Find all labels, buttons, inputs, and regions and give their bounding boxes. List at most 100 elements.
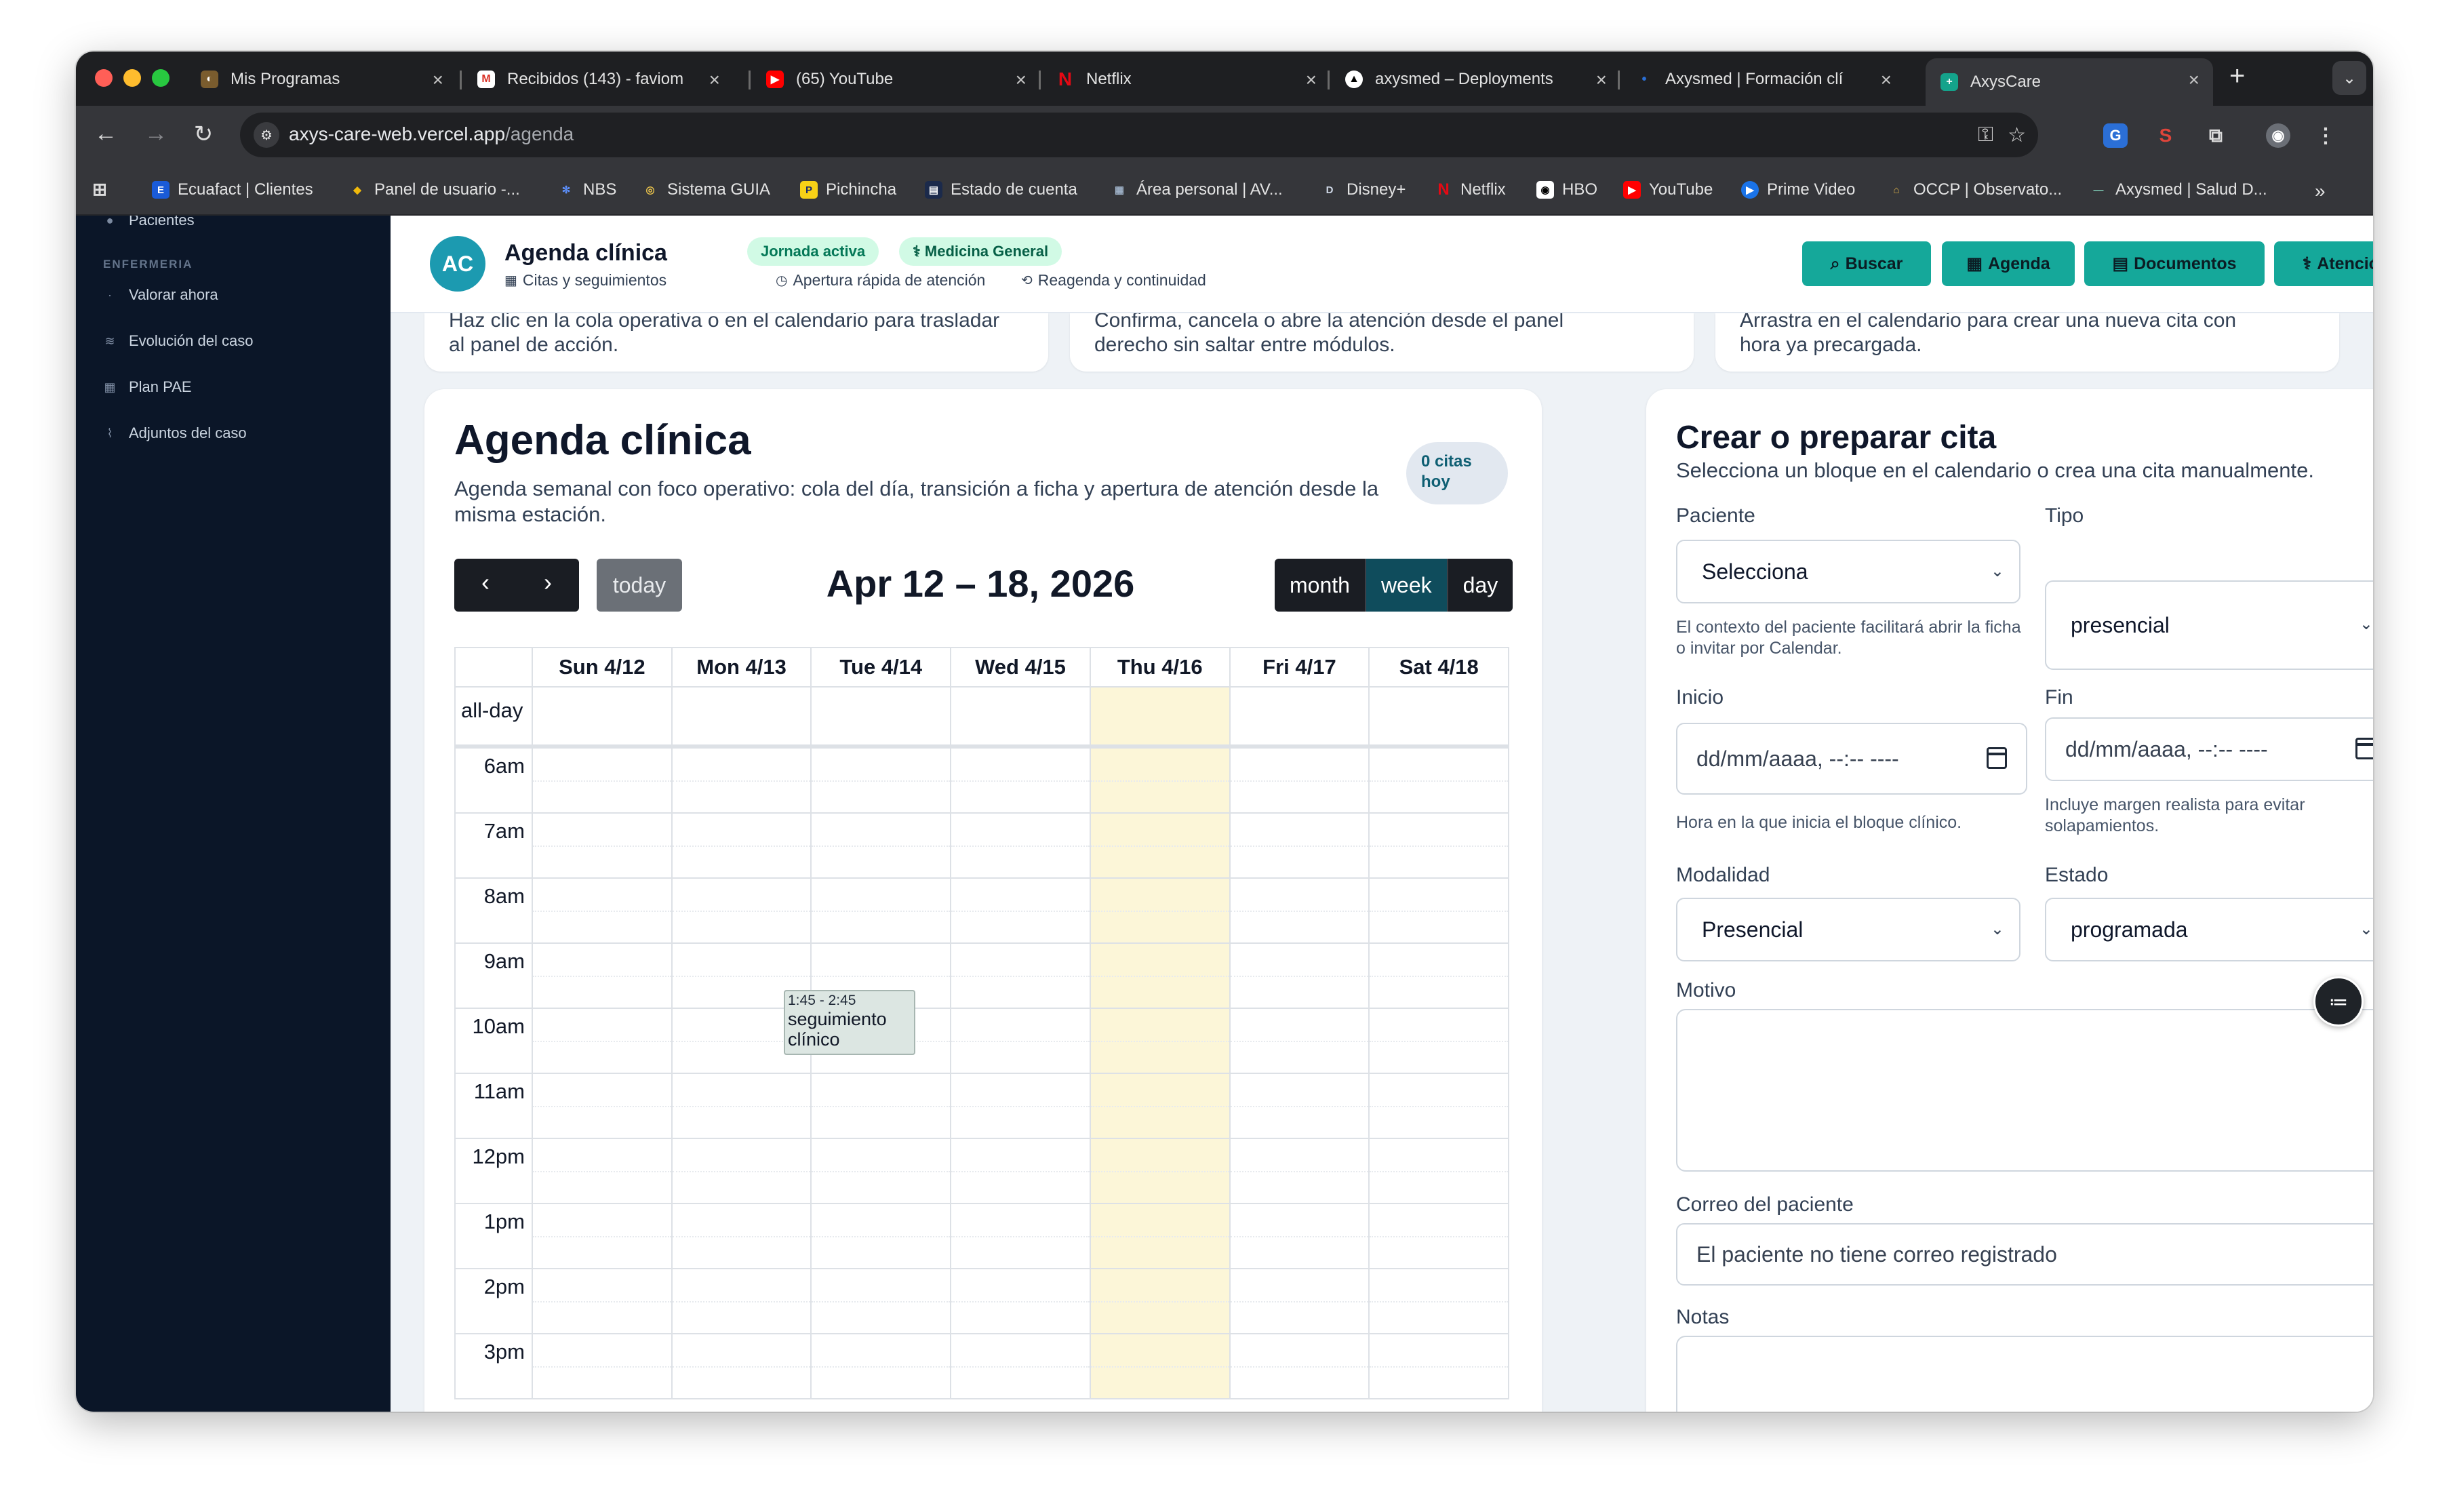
close-tab-icon[interactable]: × bbox=[1596, 69, 1607, 91]
day-view-button[interactable]: day bbox=[1446, 559, 1513, 612]
time-slot-today[interactable] bbox=[1090, 1138, 1231, 1203]
week-view-button[interactable]: week bbox=[1364, 559, 1447, 612]
day-header[interactable]: Mon 4/13 bbox=[673, 648, 812, 686]
time-slot[interactable] bbox=[812, 747, 952, 812]
atencion-button[interactable]: ⚕Atención bbox=[2274, 241, 2373, 286]
calendar-picker-icon[interactable] bbox=[1987, 747, 2007, 769]
time-slot[interactable] bbox=[1370, 942, 1509, 1008]
time-slot[interactable] bbox=[533, 747, 673, 812]
bookmark-item[interactable]: ⌂ OCCP | Observato... bbox=[1888, 180, 2062, 199]
address-bar[interactable]: ⚙ axys-care-web.vercel.app/agenda ⚿ ☆ bbox=[240, 113, 2038, 157]
time-slot[interactable] bbox=[1370, 1138, 1509, 1203]
extensions-puzzle-icon[interactable]: ⧉ bbox=[2204, 123, 2228, 148]
time-slot-today[interactable] bbox=[1090, 1073, 1231, 1138]
time-slot-today[interactable] bbox=[1090, 942, 1231, 1008]
time-slot[interactable] bbox=[672, 1268, 812, 1333]
sidebar-item-evolucion[interactable]: ≋ Evolución del caso bbox=[103, 332, 253, 350]
bookmark-item[interactable]: ▦ Área personal | AV... bbox=[1111, 180, 1283, 199]
time-slot[interactable] bbox=[951, 1138, 1091, 1203]
time-slot-today[interactable] bbox=[1090, 1268, 1231, 1333]
time-slot[interactable] bbox=[1370, 1008, 1509, 1073]
browser-tab[interactable]: • Axysmed | Formación clí × bbox=[1620, 58, 1905, 100]
all-day-cell[interactable] bbox=[812, 688, 952, 744]
time-slot[interactable] bbox=[1370, 1203, 1509, 1268]
time-slot[interactable] bbox=[533, 942, 673, 1008]
new-tab-button[interactable]: + bbox=[2229, 61, 2245, 92]
close-tab-icon[interactable]: × bbox=[1306, 69, 1317, 91]
time-slot[interactable] bbox=[533, 1008, 673, 1073]
time-slot[interactable] bbox=[533, 812, 673, 877]
calendar-event[interactable]: 1:45 - 2:45 seguimiento clínico bbox=[784, 990, 915, 1055]
notas-textarea[interactable] bbox=[1676, 1336, 2373, 1412]
day-header[interactable]: Tue 4/14 bbox=[812, 648, 952, 686]
minimize-window-button[interactable] bbox=[123, 69, 141, 87]
bookmark-item[interactable]: N Netflix bbox=[1435, 180, 1505, 199]
site-settings-icon[interactable]: ⚙ bbox=[254, 122, 279, 148]
all-day-cell-today[interactable] bbox=[1090, 688, 1231, 744]
time-slot[interactable] bbox=[951, 1073, 1091, 1138]
day-header[interactable]: Fri 4/17 bbox=[1231, 648, 1370, 686]
time-slot[interactable] bbox=[533, 1333, 673, 1398]
forward-arrow-icon[interactable]: → bbox=[141, 121, 171, 147]
browser-menu-icon[interactable]: ⋮ bbox=[2313, 123, 2338, 148]
browser-tab[interactable]: N Netflix × bbox=[1041, 58, 1330, 100]
time-slot[interactable] bbox=[1370, 1268, 1509, 1333]
time-slot[interactable] bbox=[951, 1008, 1091, 1073]
close-tab-icon[interactable]: × bbox=[2189, 69, 2199, 91]
bookmark-star-icon[interactable]: ☆ bbox=[2008, 123, 2026, 147]
tab-search-chevron-icon[interactable]: ⌄ bbox=[2332, 61, 2366, 95]
time-slot[interactable] bbox=[951, 1268, 1091, 1333]
calendar-picker-icon[interactable] bbox=[2355, 738, 2373, 759]
password-key-icon[interactable]: ⚿ bbox=[1978, 123, 1993, 146]
time-slot[interactable] bbox=[951, 942, 1091, 1008]
time-slot[interactable] bbox=[1230, 942, 1370, 1008]
time-slot-today[interactable] bbox=[1090, 1333, 1231, 1398]
close-tab-icon[interactable]: × bbox=[709, 69, 720, 91]
time-slot[interactable] bbox=[1230, 1073, 1370, 1138]
time-slot[interactable] bbox=[1230, 1333, 1370, 1398]
paciente-select[interactable]: Selecciona ⌄ bbox=[1676, 540, 2020, 603]
bookmark-item[interactable]: D Disney+ bbox=[1321, 180, 1406, 199]
time-slot[interactable] bbox=[672, 812, 812, 877]
time-slot[interactable] bbox=[812, 812, 952, 877]
sidebar-item-adjuntos[interactable]: ⌇ Adjuntos del caso bbox=[103, 424, 247, 442]
time-slot[interactable] bbox=[533, 1268, 673, 1333]
day-header[interactable]: Wed 4/15 bbox=[951, 648, 1091, 686]
all-day-cell[interactable] bbox=[951, 688, 1091, 744]
day-header[interactable]: Sun 4/12 bbox=[533, 648, 673, 686]
browser-tab-active[interactable]: + AxysCare × bbox=[1926, 58, 2213, 106]
time-slot[interactable] bbox=[812, 877, 952, 942]
more-bookmarks-icon[interactable]: » bbox=[2315, 180, 2326, 202]
all-day-cell[interactable] bbox=[673, 688, 812, 744]
time-slot-today[interactable] bbox=[1090, 747, 1231, 812]
apps-grid-icon[interactable]: ⊞ bbox=[91, 179, 117, 199]
avatar[interactable]: AC bbox=[430, 236, 485, 292]
time-slot[interactable] bbox=[533, 1073, 673, 1138]
reload-icon[interactable]: ↻ bbox=[188, 121, 218, 148]
browser-tab[interactable]: ◐ Mis Programas × bbox=[186, 58, 457, 100]
time-slot[interactable] bbox=[533, 877, 673, 942]
sidebar-item-valorar[interactable]: · Valorar ahora bbox=[103, 286, 218, 304]
time-slot-today[interactable] bbox=[1090, 812, 1231, 877]
time-slot[interactable] bbox=[672, 1073, 812, 1138]
maximize-window-button[interactable] bbox=[152, 69, 170, 87]
motivo-textarea[interactable] bbox=[1676, 1009, 2373, 1172]
all-day-cell[interactable] bbox=[1231, 688, 1370, 744]
time-slot[interactable] bbox=[812, 1268, 952, 1333]
time-slot[interactable] bbox=[1230, 1138, 1370, 1203]
correo-input[interactable]: El paciente no tiene correo registrado bbox=[1676, 1223, 2373, 1286]
time-slot[interactable] bbox=[951, 747, 1091, 812]
time-slot-today[interactable] bbox=[1090, 1008, 1231, 1073]
all-day-cell[interactable] bbox=[1370, 688, 1508, 744]
back-arrow-icon[interactable]: ← bbox=[91, 121, 121, 147]
bookmark-item[interactable]: ▶ Prime Video bbox=[1741, 180, 1855, 199]
time-slot-today[interactable] bbox=[1090, 1203, 1231, 1268]
translate-extension-icon[interactable]: G bbox=[2103, 123, 2128, 148]
day-header[interactable]: Sat 4/18 bbox=[1370, 648, 1508, 686]
time-slot[interactable] bbox=[951, 1333, 1091, 1398]
time-slot[interactable] bbox=[533, 1138, 673, 1203]
time-slot[interactable] bbox=[1370, 877, 1509, 942]
fin-datetime-input[interactable]: dd/mm/aaaa, --:-- ---- bbox=[2045, 717, 2373, 781]
bookmark-item[interactable]: ▤ Estado de cuenta bbox=[925, 180, 1077, 199]
bookmark-item[interactable]: — Axysmed | Salud D... bbox=[2090, 180, 2267, 199]
